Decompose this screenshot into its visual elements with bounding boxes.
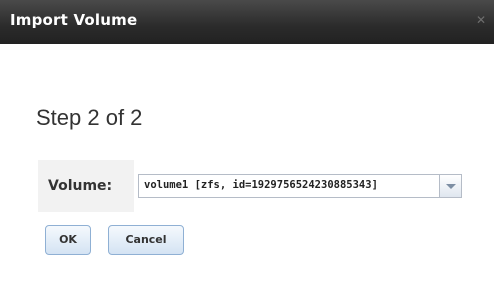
volume-select[interactable]: volume1 [zfs, id=1929756524230885343]	[138, 174, 462, 198]
dialog-title: Import Volume	[10, 11, 138, 29]
import-volume-dialog: Import Volume ✕ Step 2 of 2 Volume: volu…	[0, 0, 494, 301]
cancel-button[interactable]: Cancel	[108, 225, 184, 255]
ok-button[interactable]: OK	[45, 225, 91, 255]
chevron-down-icon[interactable]	[439, 175, 461, 197]
volume-label: Volume:	[48, 178, 113, 194]
close-icon[interactable]: ✕	[474, 13, 488, 27]
step-heading: Step 2 of 2	[36, 105, 143, 130]
dialog-titlebar[interactable]: Import Volume ✕	[0, 0, 494, 44]
volume-label-cell: Volume:	[38, 160, 134, 212]
volume-form-row: Volume: volume1 [zfs, id=192975652423088…	[38, 160, 494, 212]
volume-select-value: volume1 [zfs, id=1929756524230885343]	[144, 179, 378, 191]
